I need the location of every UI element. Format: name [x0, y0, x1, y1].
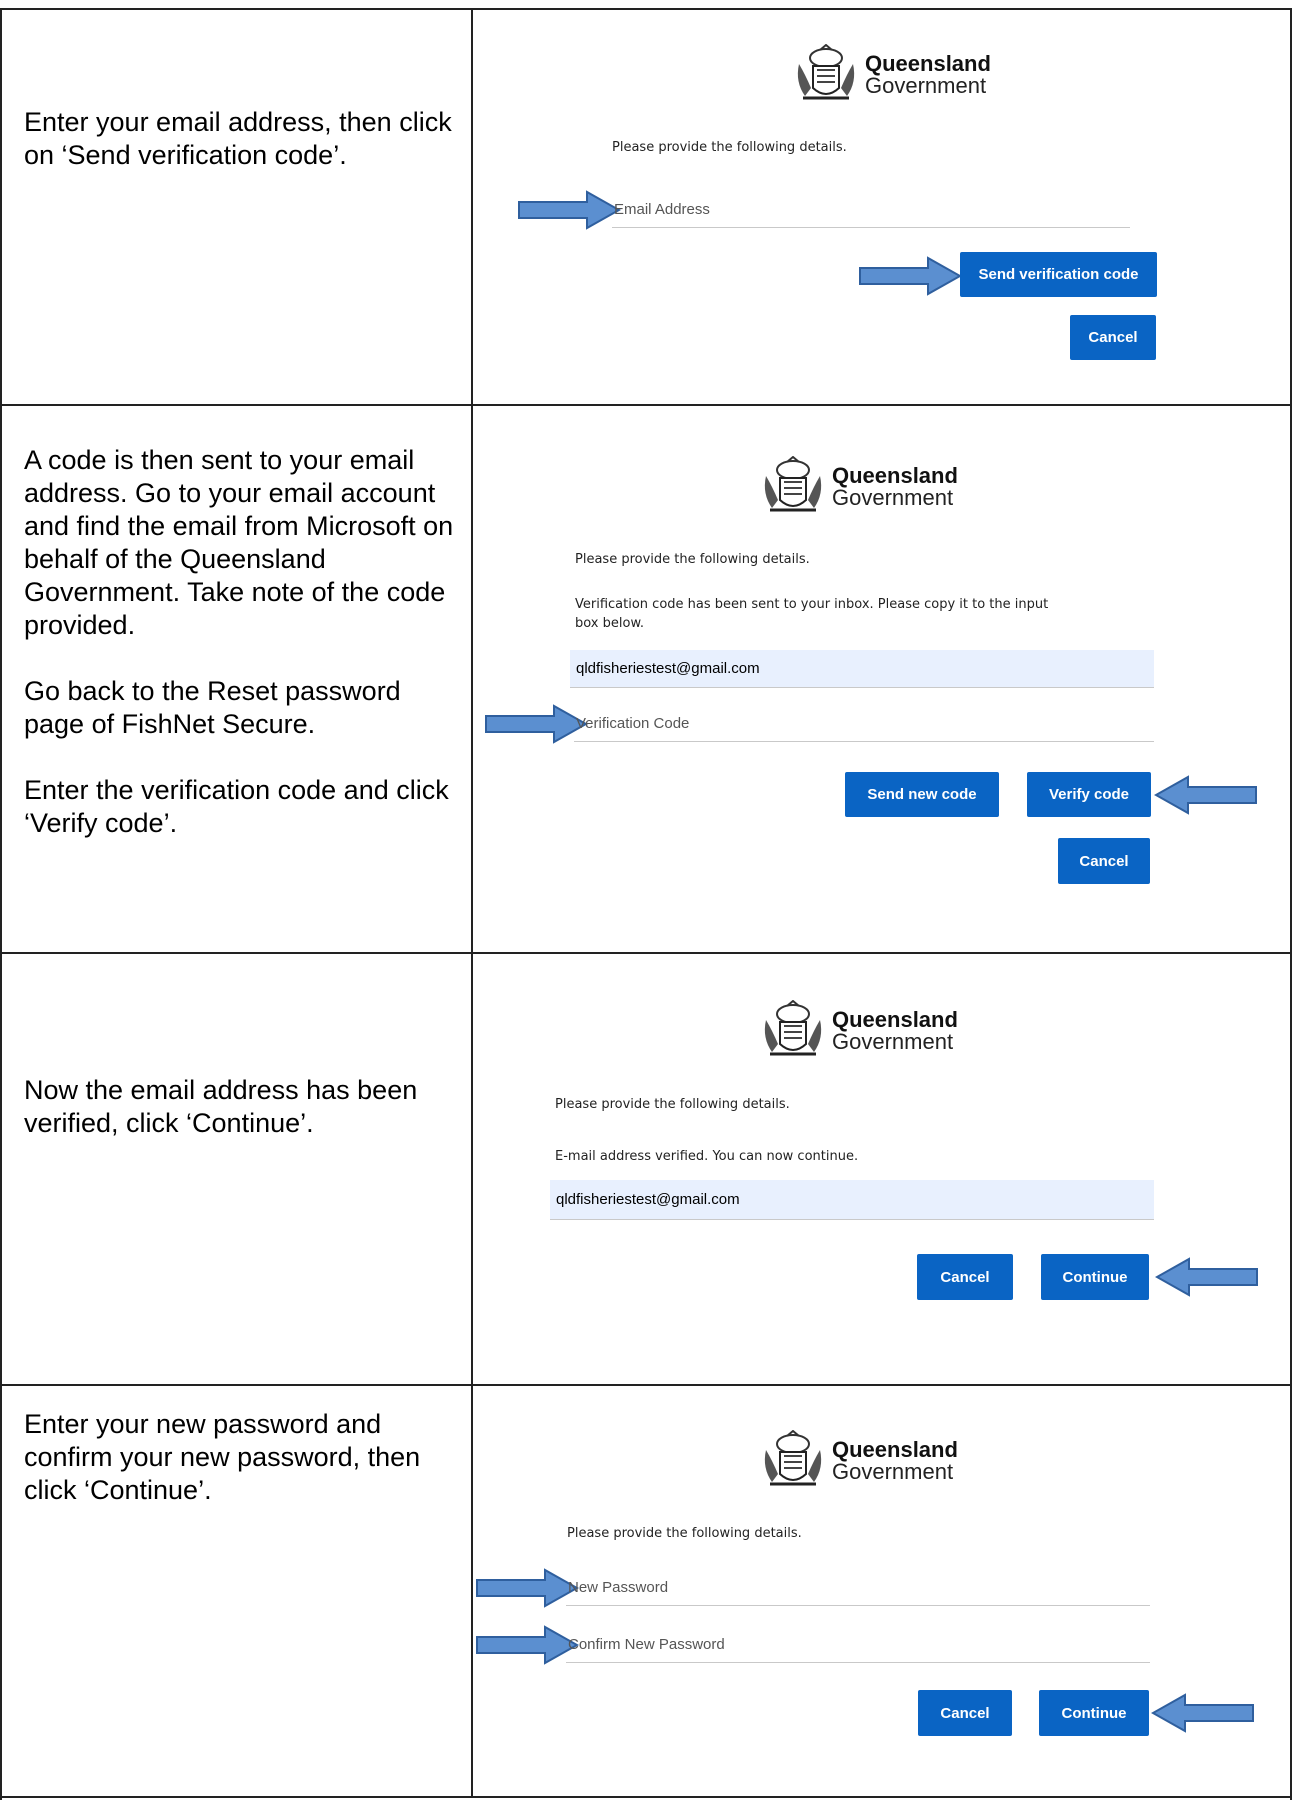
email-address-field[interactable]: Email Address — [612, 192, 1130, 228]
logo-line2: Government — [865, 73, 987, 98]
continue-button[interactable]: Continue — [1041, 1254, 1149, 1300]
cancel-button[interactable]: Cancel — [1058, 838, 1150, 884]
table-border-bottom — [0, 1796, 1292, 1798]
coat-of-arms-icon — [793, 44, 859, 106]
coat-of-arms-icon — [760, 1430, 826, 1492]
email-display-field[interactable]: qldfisheriestest@gmail.com — [550, 1180, 1154, 1220]
email-verified-notice: E-mail address verified. You can now con… — [555, 1149, 859, 1164]
step1-instructions: Enter your email address, then click on … — [24, 106, 456, 172]
row-divider-1 — [0, 404, 1292, 406]
step3-intro: Please provide the following details. — [555, 1097, 790, 1112]
step2-instruction-text-1: A code is then sent to your email addres… — [24, 445, 454, 640]
table-border-left — [0, 8, 2, 1800]
logo-line2: Government — [832, 1459, 954, 1484]
send-new-code-button[interactable]: Send new code — [845, 772, 999, 817]
arrow-right-icon — [858, 256, 962, 296]
step4-instruction-text: Enter your new password and confirm your… — [24, 1409, 421, 1505]
logo-line1: Queensland — [865, 51, 991, 76]
step2-intro: Please provide the following details. — [575, 552, 810, 567]
logo-line2: Government — [832, 1029, 954, 1054]
step4-intro: Please provide the following details. — [567, 1526, 802, 1541]
logo-line1: Queensland — [832, 463, 958, 488]
step4-instructions: Enter your new password and confirm your… — [24, 1408, 456, 1507]
step3-instruction-text: Now the email address has been verified,… — [24, 1075, 418, 1138]
logo-line2: Government — [832, 485, 954, 510]
arrow-right-icon — [475, 1625, 579, 1665]
logo-line1: Queensland — [832, 1007, 958, 1032]
step1-instruction-text: Enter your email address, then click on … — [24, 107, 452, 170]
qld-gov-logo: Queensland Government — [793, 44, 991, 106]
qld-gov-logo: Queensland Government — [760, 456, 958, 518]
step2-instruction-text-2: Go back to the Reset password page of Fi… — [24, 676, 401, 739]
arrow-right-icon — [484, 704, 588, 744]
column-divider — [471, 8, 473, 1798]
arrow-right-icon — [517, 190, 621, 230]
verification-notice-line2: box below. — [575, 616, 645, 631]
cancel-button[interactable]: Cancel — [1070, 315, 1156, 360]
arrow-left-icon — [1155, 1257, 1259, 1297]
qld-gov-logo: Queensland Government — [760, 1000, 958, 1062]
row-divider-2 — [0, 952, 1292, 954]
verification-notice-line1: Verification code has been sent to your … — [575, 597, 1049, 612]
coat-of-arms-icon — [760, 456, 826, 518]
row-divider-3 — [0, 1384, 1292, 1386]
verification-code-field[interactable]: Verification Code — [574, 706, 1154, 742]
table-border-top — [0, 8, 1292, 10]
email-display-field[interactable]: qldfisheriestest@gmail.com — [570, 650, 1154, 688]
cancel-button[interactable]: Cancel — [918, 1690, 1012, 1736]
send-verification-code-button[interactable]: Send verification code — [960, 252, 1157, 297]
step3-instructions: Now the email address has been verified,… — [24, 1074, 456, 1140]
logo-line1: Queensland — [832, 1437, 958, 1462]
verify-code-button[interactable]: Verify code — [1027, 772, 1151, 817]
arrow-left-icon — [1154, 775, 1258, 815]
step1-intro: Please provide the following details. — [612, 140, 847, 155]
step2-instructions: A code is then sent to your email addres… — [24, 444, 456, 840]
coat-of-arms-icon — [760, 1000, 826, 1062]
arrow-left-icon — [1151, 1693, 1255, 1733]
qld-gov-logo: Queensland Government — [760, 1430, 958, 1492]
continue-button[interactable]: Continue — [1039, 1690, 1149, 1736]
arrow-right-icon — [475, 1568, 579, 1608]
new-password-field[interactable]: New Password — [566, 1570, 1150, 1606]
confirm-new-password-field[interactable]: Confirm New Password — [566, 1627, 1150, 1663]
cancel-button[interactable]: Cancel — [917, 1254, 1013, 1300]
step2-instruction-text-3: Enter the verification code and click ‘V… — [24, 775, 449, 838]
